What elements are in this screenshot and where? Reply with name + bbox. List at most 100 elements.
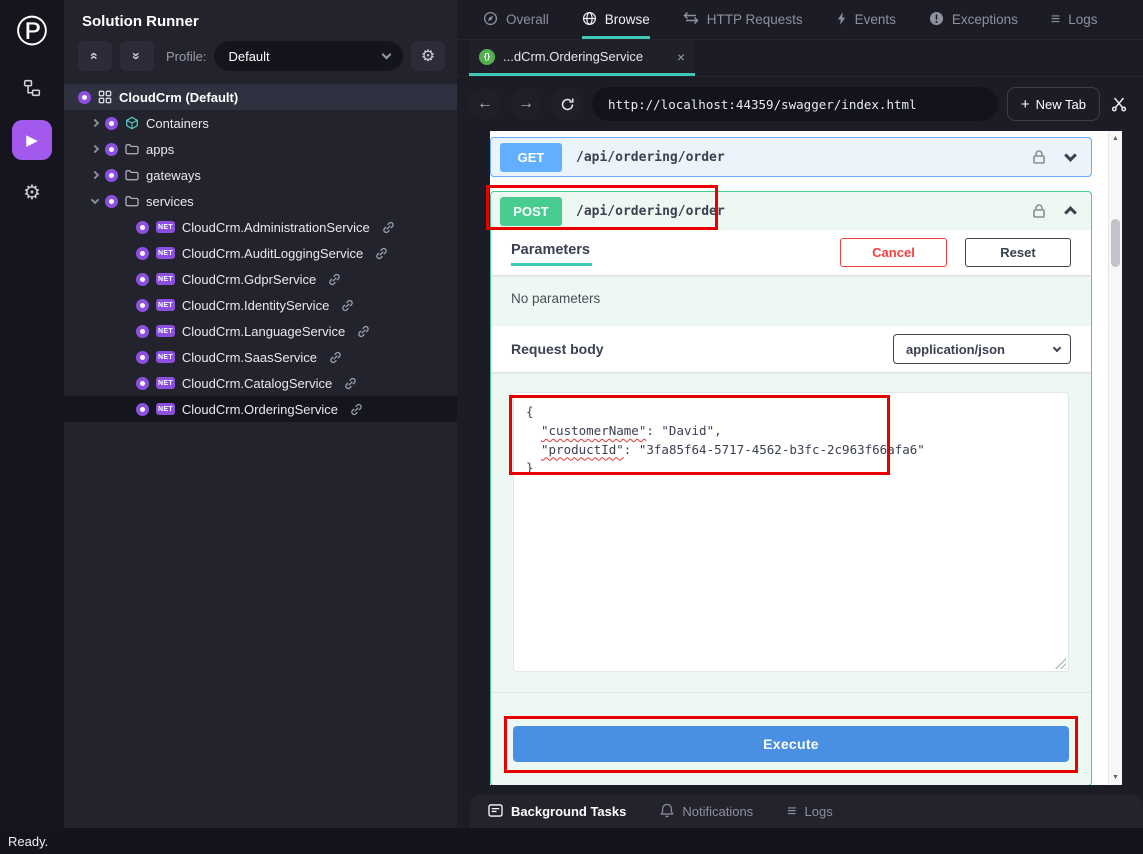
dotnet-icon: NET xyxy=(156,377,175,389)
chevrons-down-icon: » xyxy=(129,52,145,60)
service-item-catalog[interactable]: NET CloudCrm.CatalogService xyxy=(64,370,457,396)
tab-browse[interactable]: Browse xyxy=(582,0,650,39)
service-label: CloudCrm.OrderingService xyxy=(182,402,338,417)
back-icon[interactable]: ← xyxy=(469,88,501,120)
status-dot-icon xyxy=(136,299,149,312)
dock-item-label: Background Tasks xyxy=(511,804,626,819)
close-tab-icon[interactable]: × xyxy=(677,49,685,65)
lock-icon[interactable] xyxy=(1032,203,1046,219)
dotnet-icon: NET xyxy=(156,273,175,285)
link-icon[interactable] xyxy=(329,351,342,364)
status-text: Ready. xyxy=(8,834,48,849)
tab-overall[interactable]: Overall xyxy=(483,0,549,39)
compass-icon xyxy=(483,11,498,29)
dotnet-icon: NET xyxy=(156,299,175,311)
tab-exceptions[interactable]: Exceptions xyxy=(929,0,1018,39)
post-endpoint-row[interactable]: POST /api/ordering/order xyxy=(491,192,1091,230)
tree-item-label: CloudCrm (Default) xyxy=(119,90,238,105)
service-item-saas[interactable]: NET CloudCrm.SaasService xyxy=(64,344,457,370)
resize-handle[interactable] xyxy=(1054,657,1066,669)
cancel-button[interactable]: Cancel xyxy=(840,238,947,267)
chevron-down-icon[interactable] xyxy=(1064,149,1077,162)
folder-icon xyxy=(125,169,139,181)
scroll-up-icon[interactable]: ▲ xyxy=(1109,135,1122,142)
get-endpoint-row[interactable]: GET /api/ordering/order xyxy=(491,138,1091,176)
url-input[interactable] xyxy=(592,87,998,121)
expand-all-button[interactable]: » xyxy=(120,41,154,71)
chevron-right-icon xyxy=(91,145,99,153)
profile-gear-icon[interactable]: ⚙ xyxy=(411,41,445,71)
request-body-label: Request body xyxy=(511,341,604,357)
profile-label: Profile: xyxy=(166,49,206,64)
chevrons-up-icon: « xyxy=(87,52,103,60)
status-dot-icon xyxy=(105,195,118,208)
service-item-identity[interactable]: NET CloudCrm.IdentityService xyxy=(64,292,457,318)
new-tab-button[interactable]: + New Tab xyxy=(1007,87,1100,121)
grid-icon xyxy=(98,90,112,104)
solution-tree-icon[interactable] xyxy=(12,70,52,106)
profile-select[interactable]: Default xyxy=(214,41,403,71)
scroll-down-icon[interactable]: ▼ xyxy=(1109,774,1122,781)
execute-button[interactable]: Execute xyxy=(513,726,1069,762)
refresh-icon[interactable] xyxy=(551,88,583,120)
dock-item-background-tasks[interactable]: Background Tasks xyxy=(488,804,626,820)
lock-icon[interactable] xyxy=(1032,149,1046,165)
scrollbar-thumb[interactable] xyxy=(1111,219,1120,267)
post-endpoint-body: Parameters Cancel Reset No parameters Re… xyxy=(491,230,1091,785)
tab-label: Overall xyxy=(506,12,549,27)
scrollbar[interactable]: ▲ ▼ xyxy=(1108,131,1122,785)
browser-tab-strip: {} ...dCrm.OrderingService × xyxy=(457,40,1143,77)
link-icon[interactable] xyxy=(382,221,395,234)
link-icon[interactable] xyxy=(357,325,370,338)
status-dot-icon xyxy=(136,273,149,286)
status-dot-icon xyxy=(136,351,149,364)
collapse-all-button[interactable]: « xyxy=(78,41,112,71)
tree-item-label: services xyxy=(146,194,194,209)
app-logo-icon: ℗ xyxy=(17,6,48,56)
status-dot-icon xyxy=(105,143,118,156)
service-item-auditlogging[interactable]: NET CloudCrm.AuditLoggingService xyxy=(64,240,457,266)
browser-toolbar: ← → + New Tab xyxy=(457,77,1143,131)
chevron-right-icon xyxy=(91,171,99,179)
link-icon[interactable] xyxy=(344,377,357,390)
tab-http-requests[interactable]: HTTP Requests xyxy=(683,0,803,39)
tree-item-containers[interactable]: Containers xyxy=(64,110,457,136)
get-method-badge: GET xyxy=(500,143,562,172)
main-tab-bar: Overall Browse HTTP Requests Events Exce… xyxy=(457,0,1143,40)
tab-events[interactable]: Events xyxy=(836,0,896,39)
tree-item-services[interactable]: services xyxy=(64,188,457,214)
dock-item-label: Logs xyxy=(805,804,833,819)
service-label: CloudCrm.CatalogService xyxy=(182,376,332,391)
tree-item-apps[interactable]: apps xyxy=(64,136,457,162)
dotnet-icon: NET xyxy=(156,403,175,415)
status-dot-icon xyxy=(136,247,149,260)
reset-button[interactable]: Reset xyxy=(965,238,1071,267)
request-body-editor[interactable]: { "customerName": "David", "productId": … xyxy=(513,392,1069,672)
dock-item-notifications[interactable]: Notifications xyxy=(660,803,753,821)
link-icon[interactable] xyxy=(328,273,341,286)
tab-logs[interactable]: ≡ Logs xyxy=(1051,0,1098,39)
dock-item-logs[interactable]: ≡ Logs xyxy=(787,804,833,820)
tree-item-label: Containers xyxy=(146,116,209,131)
service-item-language[interactable]: NET CloudCrm.LanguageService xyxy=(64,318,457,344)
folder-icon xyxy=(125,143,139,155)
service-item-ordering[interactable]: NET CloudCrm.OrderingService xyxy=(64,396,457,422)
service-item-gdpr[interactable]: NET CloudCrm.GdprService xyxy=(64,266,457,292)
content-type-value: application/json xyxy=(906,342,1046,357)
scissors-icon[interactable] xyxy=(1111,96,1127,112)
post-method-badge: POST xyxy=(500,197,562,226)
link-icon[interactable] xyxy=(341,299,354,312)
link-icon[interactable] xyxy=(375,247,388,260)
link-icon[interactable] xyxy=(350,403,363,416)
service-item-administration[interactable]: NET CloudCrm.AdministrationService xyxy=(64,214,457,240)
forward-icon[interactable]: → xyxy=(510,88,542,120)
service-label: CloudCrm.LanguageService xyxy=(182,324,345,339)
content-type-select[interactable]: application/json xyxy=(893,334,1071,364)
tree-item-root[interactable]: CloudCrm (Default) xyxy=(64,84,457,110)
dotnet-icon: NET xyxy=(156,247,175,259)
chevron-up-icon[interactable] xyxy=(1064,206,1077,219)
settings-gear-icon[interactable]: ⚙ xyxy=(12,174,52,210)
tree-item-gateways[interactable]: gateways xyxy=(64,162,457,188)
browser-tab-orderingservice[interactable]: {} ...dCrm.OrderingService × xyxy=(469,40,695,76)
run-play-icon[interactable]: ▶ xyxy=(12,120,52,160)
